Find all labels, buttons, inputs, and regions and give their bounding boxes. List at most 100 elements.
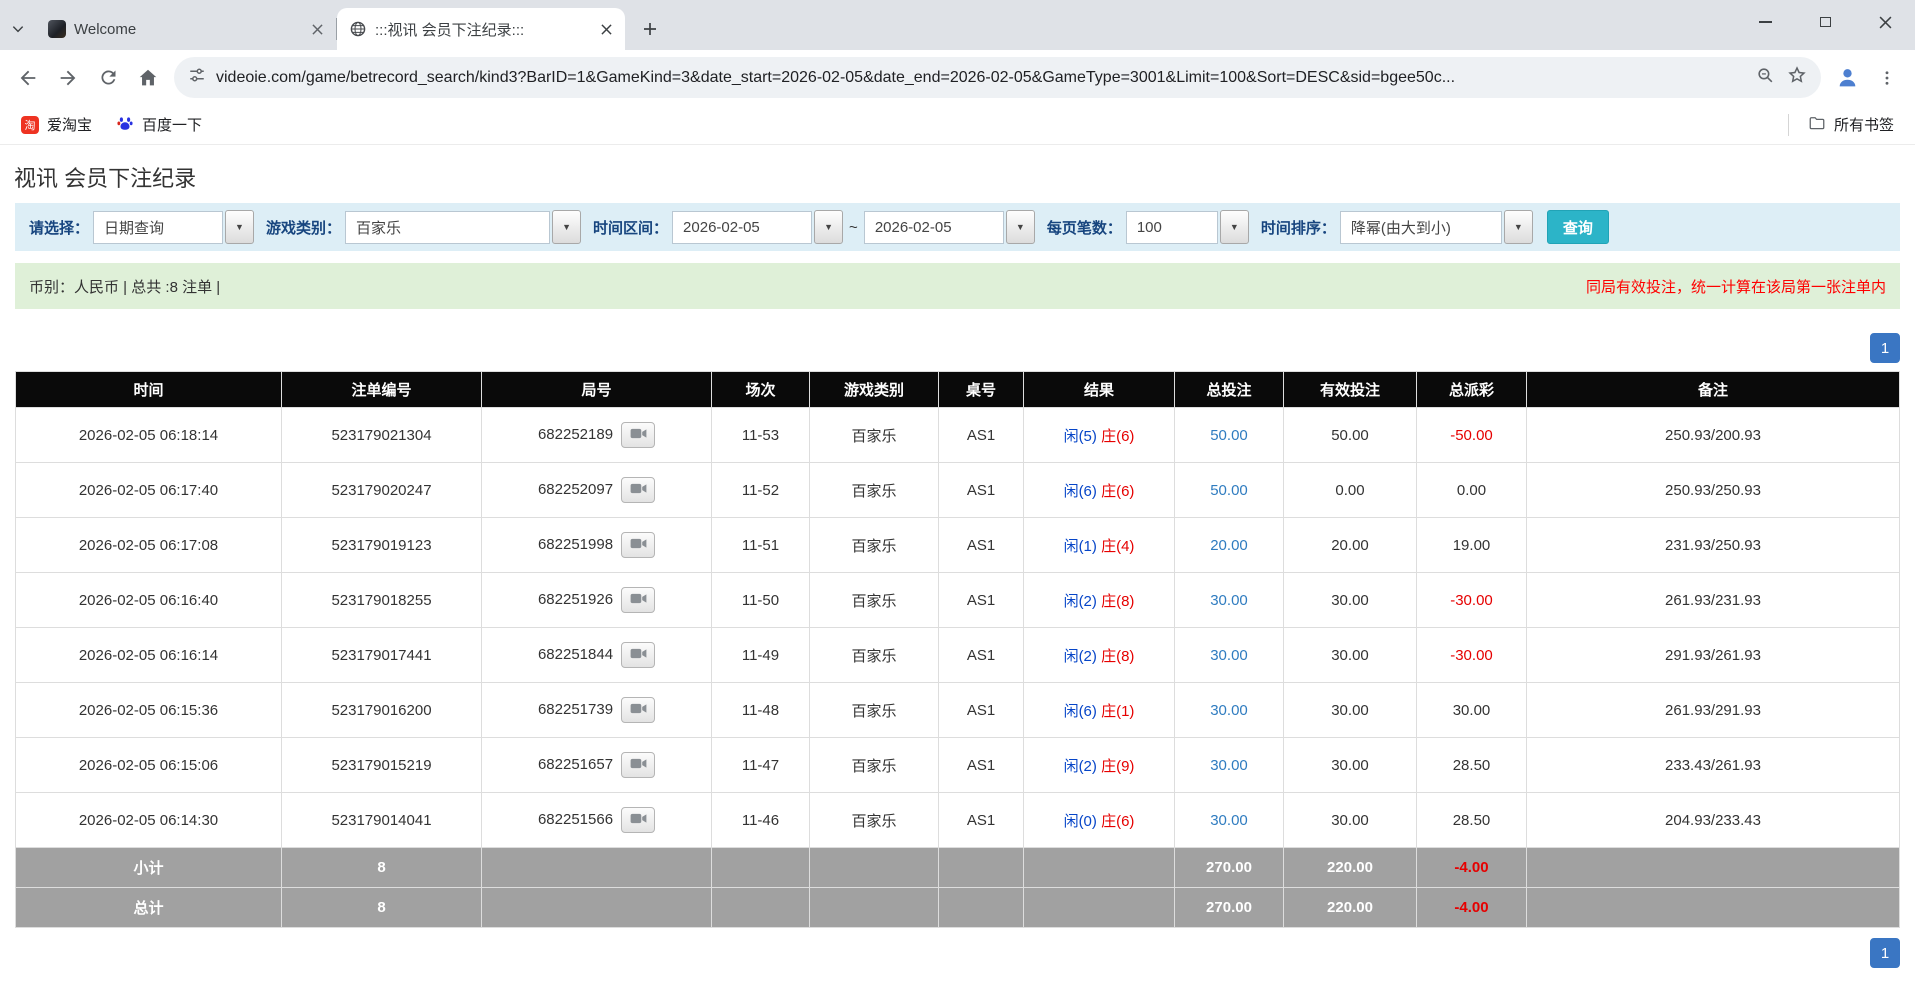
per-page-label: 每页笔数： xyxy=(1047,217,1122,238)
minimize-button[interactable] xyxy=(1735,0,1795,44)
total-bet-link[interactable]: 50.00 xyxy=(1210,482,1248,499)
bookmark-taobao[interactable]: 淘 爱淘宝 xyxy=(12,110,101,139)
column-header: 注单编号 xyxy=(282,372,482,408)
tab-search-chevron-icon[interactable] xyxy=(0,8,36,50)
cell-total-bet: 50.00 xyxy=(1175,463,1284,518)
cell-table-no: AS1 xyxy=(939,683,1024,738)
column-header: 时间 xyxy=(16,372,282,408)
video-camera-icon xyxy=(630,537,647,553)
cell-bet-id: 523179015219 xyxy=(282,738,482,793)
new-tab-button[interactable] xyxy=(633,12,667,46)
all-bookmarks-button[interactable]: 所有书签 xyxy=(1799,110,1903,140)
cell-result: 闲(2) 庄(9) xyxy=(1024,738,1175,793)
video-replay-button[interactable] xyxy=(621,752,655,778)
result-player: 闲(6) xyxy=(1064,703,1097,720)
cell-session: 11-50 xyxy=(712,573,810,628)
per-page-value[interactable]: 100 xyxy=(1126,211,1218,244)
result-banker: 庄(4) xyxy=(1101,538,1134,555)
chevron-down-icon[interactable]: ▼ xyxy=(552,210,581,244)
tab-title: Welcome xyxy=(74,21,298,38)
chevron-down-icon[interactable]: ▼ xyxy=(1504,210,1533,244)
total-bet-link[interactable]: 50.00 xyxy=(1210,427,1248,444)
result-player: 闲(5) xyxy=(1064,428,1097,445)
video-replay-button[interactable] xyxy=(621,587,655,613)
video-replay-button[interactable] xyxy=(621,642,655,668)
chevron-down-icon[interactable]: ▼ xyxy=(814,210,843,244)
back-icon[interactable] xyxy=(8,58,48,98)
round-id: 682251926 xyxy=(538,591,613,608)
per-page-select[interactable]: 100 ▼ xyxy=(1126,210,1249,244)
tab-bet-record[interactable]: :::视讯 会员下注纪录::: xyxy=(337,8,625,50)
cell-note: 250.93/250.93 xyxy=(1527,463,1900,518)
game-type-select[interactable]: 百家乐 ▼ xyxy=(345,210,581,244)
cell-payout: -50.00 xyxy=(1417,408,1527,463)
round-id: 682251998 xyxy=(538,536,613,553)
cell-note: 231.93/250.93 xyxy=(1527,518,1900,573)
cell-note: 204.93/233.43 xyxy=(1527,793,1900,848)
cell-note: 291.93/261.93 xyxy=(1527,628,1900,683)
video-replay-button[interactable] xyxy=(621,422,655,448)
url-text[interactable]: videoie.com/game/betrecord_search/kind3?… xyxy=(216,69,1746,87)
chevron-down-icon[interactable]: ▼ xyxy=(1220,210,1249,244)
tab-welcome[interactable]: Welcome xyxy=(36,8,336,50)
sort-value[interactable]: 降幂(由大到小) xyxy=(1340,211,1502,244)
tab-close-icon[interactable] xyxy=(595,18,617,40)
zoom-icon[interactable] xyxy=(1756,66,1775,90)
cell-session: 11-51 xyxy=(712,518,810,573)
cell-game-type: 百家乐 xyxy=(810,573,939,628)
total-bet-link[interactable]: 30.00 xyxy=(1210,757,1248,774)
page-1-button[interactable]: 1 xyxy=(1870,333,1900,363)
chevron-down-icon[interactable]: ▼ xyxy=(1006,210,1035,244)
query-type-select[interactable]: 日期查询 ▼ xyxy=(93,210,254,244)
close-window-button[interactable] xyxy=(1855,0,1915,44)
column-header: 局号 xyxy=(482,372,712,408)
total-bet-link[interactable]: 30.00 xyxy=(1210,812,1248,829)
profile-avatar-icon[interactable] xyxy=(1827,58,1867,98)
page-title: 视讯 会员下注纪录 xyxy=(14,161,1901,193)
round-id: 682251566 xyxy=(538,811,613,828)
cell-result: 闲(1) 庄(4) xyxy=(1024,518,1175,573)
folder-icon xyxy=(1808,114,1826,136)
cell-result: 闲(5) 庄(6) xyxy=(1024,408,1175,463)
video-replay-button[interactable] xyxy=(621,477,655,503)
table-row: 2026-02-05 06:17:08523179019123682251998… xyxy=(16,518,1900,573)
total-bet-link[interactable]: 30.00 xyxy=(1210,647,1248,664)
summary-label: 总计 xyxy=(16,888,282,928)
cell-table-no: AS1 xyxy=(939,628,1024,683)
total-row: 总计8270.00220.00-4.00 xyxy=(16,888,1900,928)
tab-close-icon[interactable] xyxy=(306,18,328,40)
search-button[interactable]: 查询 xyxy=(1547,210,1609,244)
forward-icon[interactable] xyxy=(48,58,88,98)
total-bet-link[interactable]: 30.00 xyxy=(1210,592,1248,609)
query-type-value[interactable]: 日期查询 xyxy=(93,211,223,244)
date-end-value[interactable]: 2026-02-05 xyxy=(864,211,1004,244)
total-bet-link[interactable]: 20.00 xyxy=(1210,537,1248,554)
table-row: 2026-02-05 06:15:36523179016200682251739… xyxy=(16,683,1900,738)
summary-valid-bet: 220.00 xyxy=(1284,848,1417,888)
game-type-value[interactable]: 百家乐 xyxy=(345,211,550,244)
video-replay-button[interactable] xyxy=(621,807,655,833)
cell-session: 11-52 xyxy=(712,463,810,518)
maximize-button[interactable] xyxy=(1795,0,1855,44)
cell-note: 250.93/200.93 xyxy=(1527,408,1900,463)
date-start-value[interactable]: 2026-02-05 xyxy=(672,211,812,244)
date-end-select[interactable]: 2026-02-05 ▼ xyxy=(864,210,1035,244)
bookmark-star-icon[interactable] xyxy=(1787,65,1807,90)
result-player: 闲(1) xyxy=(1064,538,1097,555)
cell-payout: 19.00 xyxy=(1417,518,1527,573)
address-bar[interactable]: videoie.com/game/betrecord_search/kind3?… xyxy=(174,57,1821,98)
cell-valid-bet: 50.00 xyxy=(1284,408,1417,463)
total-bet-link[interactable]: 30.00 xyxy=(1210,702,1248,719)
page-1-button[interactable]: 1 xyxy=(1870,938,1900,968)
chevron-down-icon[interactable]: ▼ xyxy=(225,210,254,244)
video-replay-button[interactable] xyxy=(621,532,655,558)
cell-table-no: AS1 xyxy=(939,463,1024,518)
bookmark-baidu[interactable]: 百度一下 xyxy=(107,110,211,140)
home-icon[interactable] xyxy=(128,58,168,98)
site-settings-icon[interactable] xyxy=(188,66,206,89)
date-start-select[interactable]: 2026-02-05 ▼ xyxy=(672,210,843,244)
menu-kebab-icon[interactable] xyxy=(1867,58,1907,98)
sort-select[interactable]: 降幂(由大到小) ▼ xyxy=(1340,210,1533,244)
refresh-icon[interactable] xyxy=(88,58,128,98)
video-replay-button[interactable] xyxy=(621,697,655,723)
